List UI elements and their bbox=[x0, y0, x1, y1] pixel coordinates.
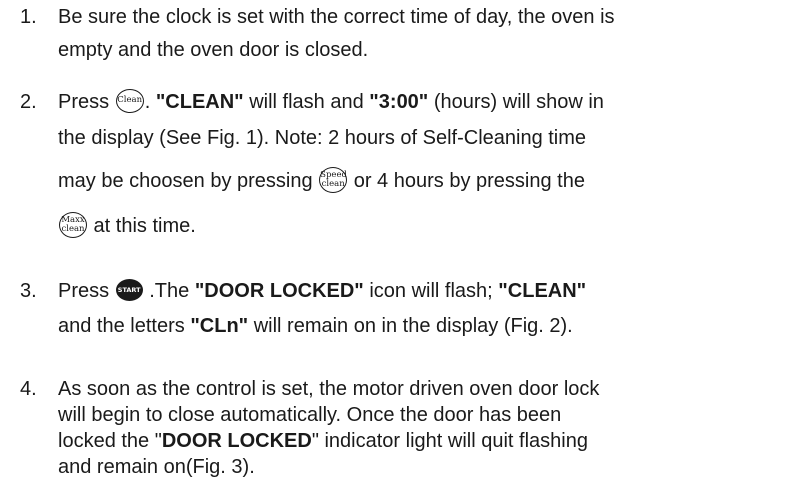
step-text-line: will begin to close automatically. Once … bbox=[58, 404, 562, 426]
door-locked-word: DOOR LOCKED bbox=[161, 430, 312, 452]
step-number: 2. bbox=[20, 91, 37, 113]
cln-word: "CLn" bbox=[190, 315, 249, 337]
text-at-this-time: at this time. bbox=[88, 215, 196, 237]
text-period: . bbox=[144, 91, 156, 113]
step-text-line: Press Clean. "CLEAN" will flash and "3:0… bbox=[58, 86, 798, 122]
step-text-line: empty and the oven door is closed. bbox=[58, 39, 369, 61]
text-the: .The bbox=[143, 280, 195, 302]
clean-word: "CLEAN" bbox=[498, 280, 587, 302]
clean-key-label: Clean bbox=[117, 94, 143, 105]
step-body: Press START .The "DOOR LOCKED" icon will… bbox=[58, 275, 798, 343]
text-remain-on: will remain on in the display (Fig. 2). bbox=[248, 315, 573, 337]
clean-word: "CLEAN" bbox=[155, 91, 244, 113]
text-icon-flash: icon will flash; bbox=[363, 280, 499, 302]
start-key-label: START bbox=[117, 286, 141, 295]
step-text-line: and the letters "CLn" will remain on in … bbox=[58, 310, 798, 343]
step-number: 3. bbox=[20, 280, 37, 302]
step-number: 1. bbox=[20, 6, 37, 28]
step-text-line: the display (See Fig. 1). Note: 2 hours … bbox=[58, 127, 587, 149]
step-text-line: locked the "DOOR LOCKED" indicator light… bbox=[58, 428, 798, 454]
step-text-line: may be choosen by pressing Speed clean or… bbox=[58, 158, 798, 204]
text-and-letters: and the letters bbox=[58, 315, 191, 337]
text-locked-the: locked the " bbox=[58, 430, 162, 452]
step-number: 4. bbox=[20, 378, 37, 400]
maxx-clean-key-icon: Maxx clean bbox=[59, 211, 87, 238]
text-flash: will flash and bbox=[243, 91, 370, 113]
hours-value: "3:00" bbox=[369, 91, 429, 113]
text-chosen: may be choosen by pressing bbox=[58, 170, 319, 192]
step-text-line: As soon as the control is set, the motor… bbox=[58, 378, 600, 400]
step-body: Be sure the clock is set with the correc… bbox=[58, 1, 798, 67]
text-indicator: " indicator light will quit flashing bbox=[311, 430, 588, 452]
text-press: Press bbox=[58, 91, 115, 113]
step-body: As soon as the control is set, the motor… bbox=[58, 376, 798, 480]
step-text-line: Press START .The "DOOR LOCKED" icon will… bbox=[58, 275, 798, 310]
maxx-key-sublabel: clean bbox=[61, 223, 85, 234]
door-locked-word: "DOOR LOCKED" bbox=[194, 280, 364, 302]
instruction-page: 1. Be sure the clock is set with the cor… bbox=[0, 0, 806, 503]
speed-key-sublabel: clean bbox=[321, 178, 345, 189]
speed-clean-key-icon: Speed clean bbox=[319, 166, 348, 193]
step-body: Press Clean. "CLEAN" will flash and "3:0… bbox=[58, 86, 798, 248]
step-text-line: Maxx clean at this time. bbox=[58, 204, 798, 248]
step-text-line: and remain on(Fig. 3). bbox=[58, 456, 255, 478]
text-hours: (hours) will show in bbox=[428, 91, 604, 113]
text-or-4-hours: or 4 hours by pressing the bbox=[348, 170, 585, 192]
step-text-line: Be sure the clock is set with the correc… bbox=[58, 6, 615, 28]
text-press: Press bbox=[58, 280, 115, 302]
clean-key-icon: Clean bbox=[115, 88, 144, 113]
start-key-icon: START bbox=[115, 279, 143, 302]
